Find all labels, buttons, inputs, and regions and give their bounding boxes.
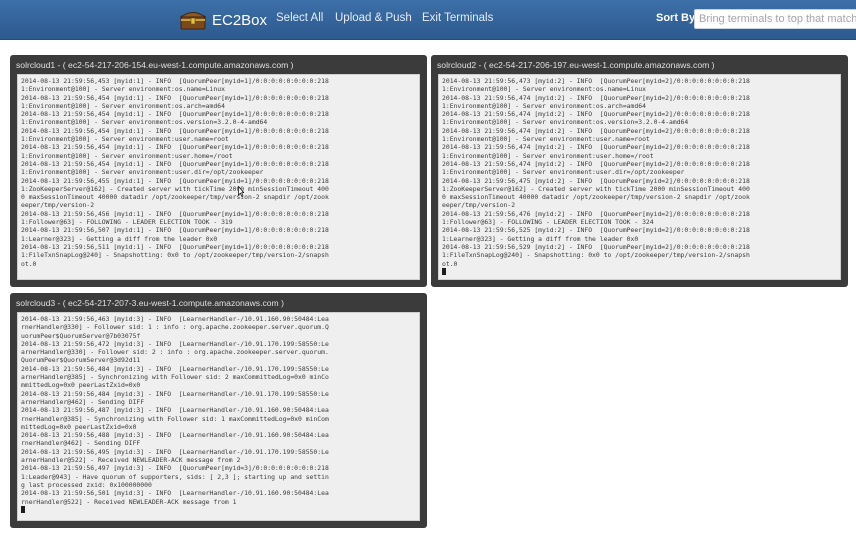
terminal-output[interactable]: 2014-08-13 21:59:56,453 [myid:1] - INFO … <box>17 74 420 280</box>
brand[interactable]: EC2Box <box>179 8 268 32</box>
terminal-title: solrcloud2 - ( ec2-54-217-206-197.eu-wes… <box>437 60 715 70</box>
terminal-cursor <box>442 267 446 275</box>
terminal-text: 2014-08-13 21:59:56,463 [myid:3] - INFO … <box>21 315 329 506</box>
brand-name: EC2Box <box>212 11 268 29</box>
treasure-chest-icon <box>179 10 207 30</box>
terminal-cursor <box>21 505 25 513</box>
terminal-panel: solrcloud2 - ( ec2-54-217-206-197.eu-wes… <box>431 55 848 287</box>
terminal-panel: solrcloud1 - ( ec2-54-217-206-154.eu-wes… <box>10 55 427 287</box>
terminal-title: solrcloud3 - ( ec2-54-217-207-3.eu-west-… <box>16 298 284 308</box>
top-navbar: EC2Box Select All Upload & Push Exit Ter… <box>0 0 856 40</box>
terminal-output[interactable]: 2014-08-13 21:59:56,463 [myid:3] - INFO … <box>17 312 420 521</box>
terminal-text: 2014-08-13 21:59:56,453 [myid:1] - INFO … <box>21 77 329 268</box>
terminal-title: solrcloud1 - ( ec2-54-217-206-154.eu-wes… <box>16 60 294 70</box>
terminal-output[interactable]: 2014-08-13 21:59:56,473 [myid:2] - INFO … <box>438 74 841 280</box>
sort-by-label: Sort By <box>656 12 696 24</box>
sort-filter-input[interactable] <box>694 9 856 29</box>
select-all-link[interactable]: Select All <box>276 12 323 24</box>
upload-push-link[interactable]: Upload & Push <box>335 12 412 24</box>
terminal-text: 2014-08-13 21:59:56,473 [myid:2] - INFO … <box>442 77 750 268</box>
exit-terminals-link[interactable]: Exit Terminals <box>422 12 493 24</box>
mouse-pointer-icon <box>238 186 244 197</box>
terminal-panel: solrcloud3 - ( ec2-54-217-207-3.eu-west-… <box>10 293 427 528</box>
